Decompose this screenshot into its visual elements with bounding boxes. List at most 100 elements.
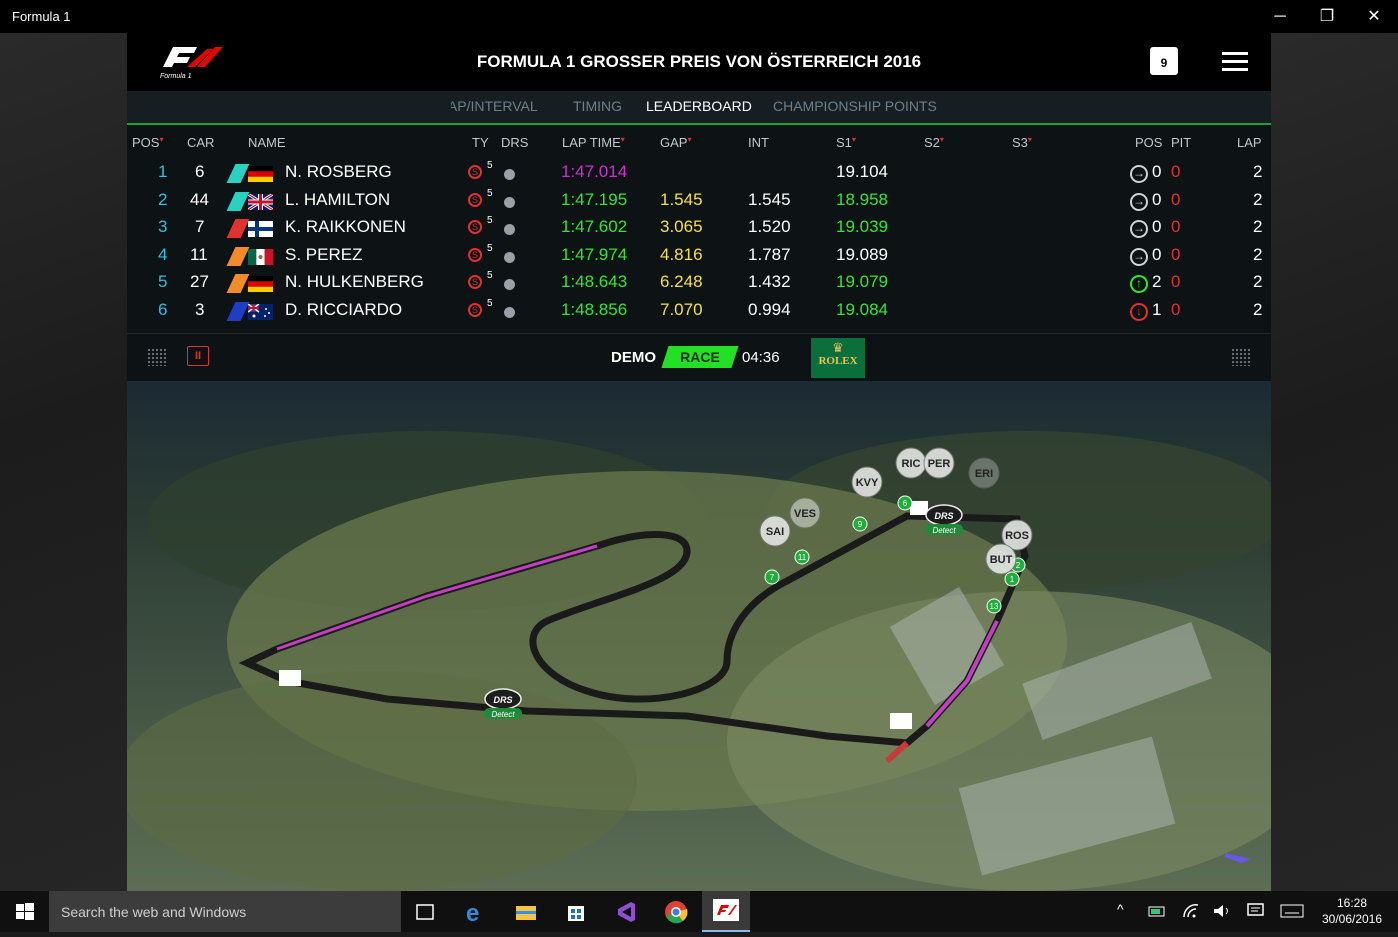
table-row[interactable]: 6 3 D. RICCIARDO S 5 1:48.856 7.070 0.994 19.084… xyxy=(127,297,1271,325)
table-row[interactable]: 4 11 S. PEREZ S 5 1:47.974 4.816 1.787 19.089 → 0 0… xyxy=(127,242,1271,270)
crown-icon: ♛ xyxy=(832,340,844,355)
visual-studio-icon[interactable] xyxy=(613,899,639,925)
restore-button[interactable]: ❐ xyxy=(1304,0,1350,33)
calendar-icon[interactable]: 9 xyxy=(1150,47,1178,75)
row-lap: 2 xyxy=(1253,300,1263,319)
f1-app-icon xyxy=(713,899,739,921)
desktop-right-backdrop xyxy=(1271,33,1398,892)
row-car-number: 7 xyxy=(195,217,205,237)
track-map[interactable]: DRS Detect DRS Detect 971112136 RIC PERER… xyxy=(127,381,1271,891)
taskbar-search-box[interactable]: Search the web and Windows xyxy=(49,891,401,932)
row-driver-name: S. PEREZ xyxy=(285,244,363,264)
volume-icon[interactable] xyxy=(1212,903,1232,919)
flag-fi-icon xyxy=(248,221,273,238)
row-gap: 6.248 xyxy=(660,272,703,292)
corner-number: 9 xyxy=(858,520,863,529)
row-pos-change: 0 xyxy=(1152,162,1162,181)
minimize-button[interactable]: ─ xyxy=(1257,0,1303,33)
start-button[interactable] xyxy=(0,891,49,932)
close-button[interactable]: ✕ xyxy=(1351,0,1397,33)
corner-marker: 6 xyxy=(897,495,913,511)
driver-marker[interactable]: KVY xyxy=(851,466,883,498)
tab-championship-points[interactable]: CHAMPIONSHIP POINTS xyxy=(773,98,937,114)
soft-tyre-icon: S xyxy=(468,303,482,317)
driver-marker[interactable]: SAI xyxy=(759,515,791,547)
battery-icon[interactable] xyxy=(1148,904,1168,918)
keyboard-icon[interactable] xyxy=(1280,904,1304,918)
driver-code: RIC xyxy=(902,458,921,470)
grid-left-icon[interactable] xyxy=(147,348,167,366)
race-badge: RACE xyxy=(661,346,739,368)
corner-number: 2 xyxy=(1016,561,1021,570)
race-label: RACE xyxy=(680,349,720,365)
table-row[interactable]: 2 44 L. HAMILTON S 5 1:47.195 1.545 1.545 18.958… xyxy=(127,187,1271,215)
playback-controls: II DEMO RACE 04:36 ♛ ROLEX xyxy=(127,333,1271,382)
row-lap: 2 xyxy=(1253,244,1263,264)
col-lap-time[interactable]: LAP TIME▾ xyxy=(562,135,625,150)
drs-indicator-icon xyxy=(504,251,515,263)
row-pit: 0 xyxy=(1171,162,1181,181)
col-drs: DRS xyxy=(501,135,529,150)
col-s1[interactable]: S1▾ xyxy=(836,135,856,150)
flag-de-icon xyxy=(248,276,273,293)
tab-leaderboard[interactable]: LEADERBOARD xyxy=(646,98,752,114)
position-change-arrow-icon: ↓ xyxy=(1130,303,1148,321)
row-lap-time: 1:47.602 xyxy=(561,217,628,237)
row-driver-name: N. ROSBERG xyxy=(285,162,392,181)
row-gap: 3.065 xyxy=(660,217,703,237)
task-view-icon[interactable] xyxy=(412,899,438,925)
edge-icon[interactable]: e xyxy=(463,899,489,925)
driver-marker[interactable]: PER xyxy=(923,447,955,479)
driver-marker[interactable]: ERI xyxy=(968,457,1000,489)
driver-code: SAI xyxy=(766,526,784,538)
team-color-stripe xyxy=(226,246,250,266)
f1-app: Formula 1 FORMULA 1 GROSSER PREIS VON ÖS… xyxy=(127,33,1271,891)
driver-code: PER xyxy=(928,458,951,470)
row-position: 3 xyxy=(158,217,168,237)
logo-word: Formula 1 xyxy=(160,73,192,80)
grid-right-icon[interactable] xyxy=(1231,348,1251,366)
file-explorer-icon[interactable] xyxy=(513,899,539,925)
row-gap: 7.070 xyxy=(660,300,703,319)
hamburger-menu-icon[interactable] xyxy=(1222,52,1248,72)
driver-marker[interactable]: BUT xyxy=(985,543,1017,575)
col-pos[interactable]: POS▾ xyxy=(132,135,163,150)
tab-bar: GAP/INTERVAL TIMING LEADERBOARD CHAMPION… xyxy=(127,91,1271,125)
driver-marker[interactable]: RIC xyxy=(895,447,927,479)
row-tyre-age: 5 xyxy=(487,298,493,309)
windows-taskbar: Search the web and Windows e ^ 16:28 30/… xyxy=(0,891,1398,932)
row-car-number: 11 xyxy=(190,244,208,264)
tab-gap-interval[interactable]: GAP/INTERVAL xyxy=(451,98,538,114)
chrome-icon[interactable] xyxy=(663,899,689,925)
soft-tyre-icon: S xyxy=(468,165,482,179)
tab-timing[interactable]: TIMING xyxy=(573,98,622,114)
corner-marker: 13 xyxy=(986,598,1002,614)
col-s2[interactable]: S2▾ xyxy=(924,135,944,150)
table-row[interactable]: 3 7 K. RAIKKONEN S 5 1:47.602 3.065 1.520 19.039… xyxy=(127,214,1271,242)
store-icon[interactable] xyxy=(563,899,589,925)
driver-marker[interactable]: VES xyxy=(789,497,821,529)
pause-button[interactable]: II xyxy=(187,346,209,366)
position-change-arrow-icon: → xyxy=(1130,165,1148,183)
drs-indicator-icon xyxy=(504,224,515,236)
col-gap[interactable]: GAP▾ xyxy=(660,135,691,150)
col-s3[interactable]: S3▾ xyxy=(1012,135,1032,150)
desktop-left-backdrop xyxy=(0,33,127,892)
window-title: Formula 1 xyxy=(12,9,71,24)
row-position: 5 xyxy=(158,272,168,292)
action-center-icon[interactable] xyxy=(1246,902,1266,920)
col-int: INT xyxy=(748,135,769,150)
corner-marker: 1 xyxy=(1004,571,1020,587)
wifi-icon[interactable] xyxy=(1182,903,1202,919)
drs-indicator-icon xyxy=(504,169,515,180)
leaderboard: POS▾ CAR NAME TY DRS LAP TIME▾ GAP▾ INT … xyxy=(127,125,1271,333)
f1-taskbar-button[interactable] xyxy=(702,891,750,932)
corner-number: 7 xyxy=(770,573,775,582)
taskbar-clock[interactable]: 16:28 30/06/2016 xyxy=(1312,895,1392,927)
row-pos-change: 1 xyxy=(1152,300,1162,319)
tray-chevron-icon[interactable]: ^ xyxy=(1117,901,1124,917)
rolex-logo: ♛ ROLEX xyxy=(811,338,865,378)
table-row[interactable]: 1 6 N. ROSBERG S 5 1:47.014 19.104 → 0 0 2 xyxy=(127,159,1271,187)
drs-detect-badge-1: DRS Detect xyxy=(484,688,522,719)
table-row[interactable]: 5 27 N. HULKENBERG S 5 1:48.643 6.248 1.432 19.0… xyxy=(127,269,1271,297)
